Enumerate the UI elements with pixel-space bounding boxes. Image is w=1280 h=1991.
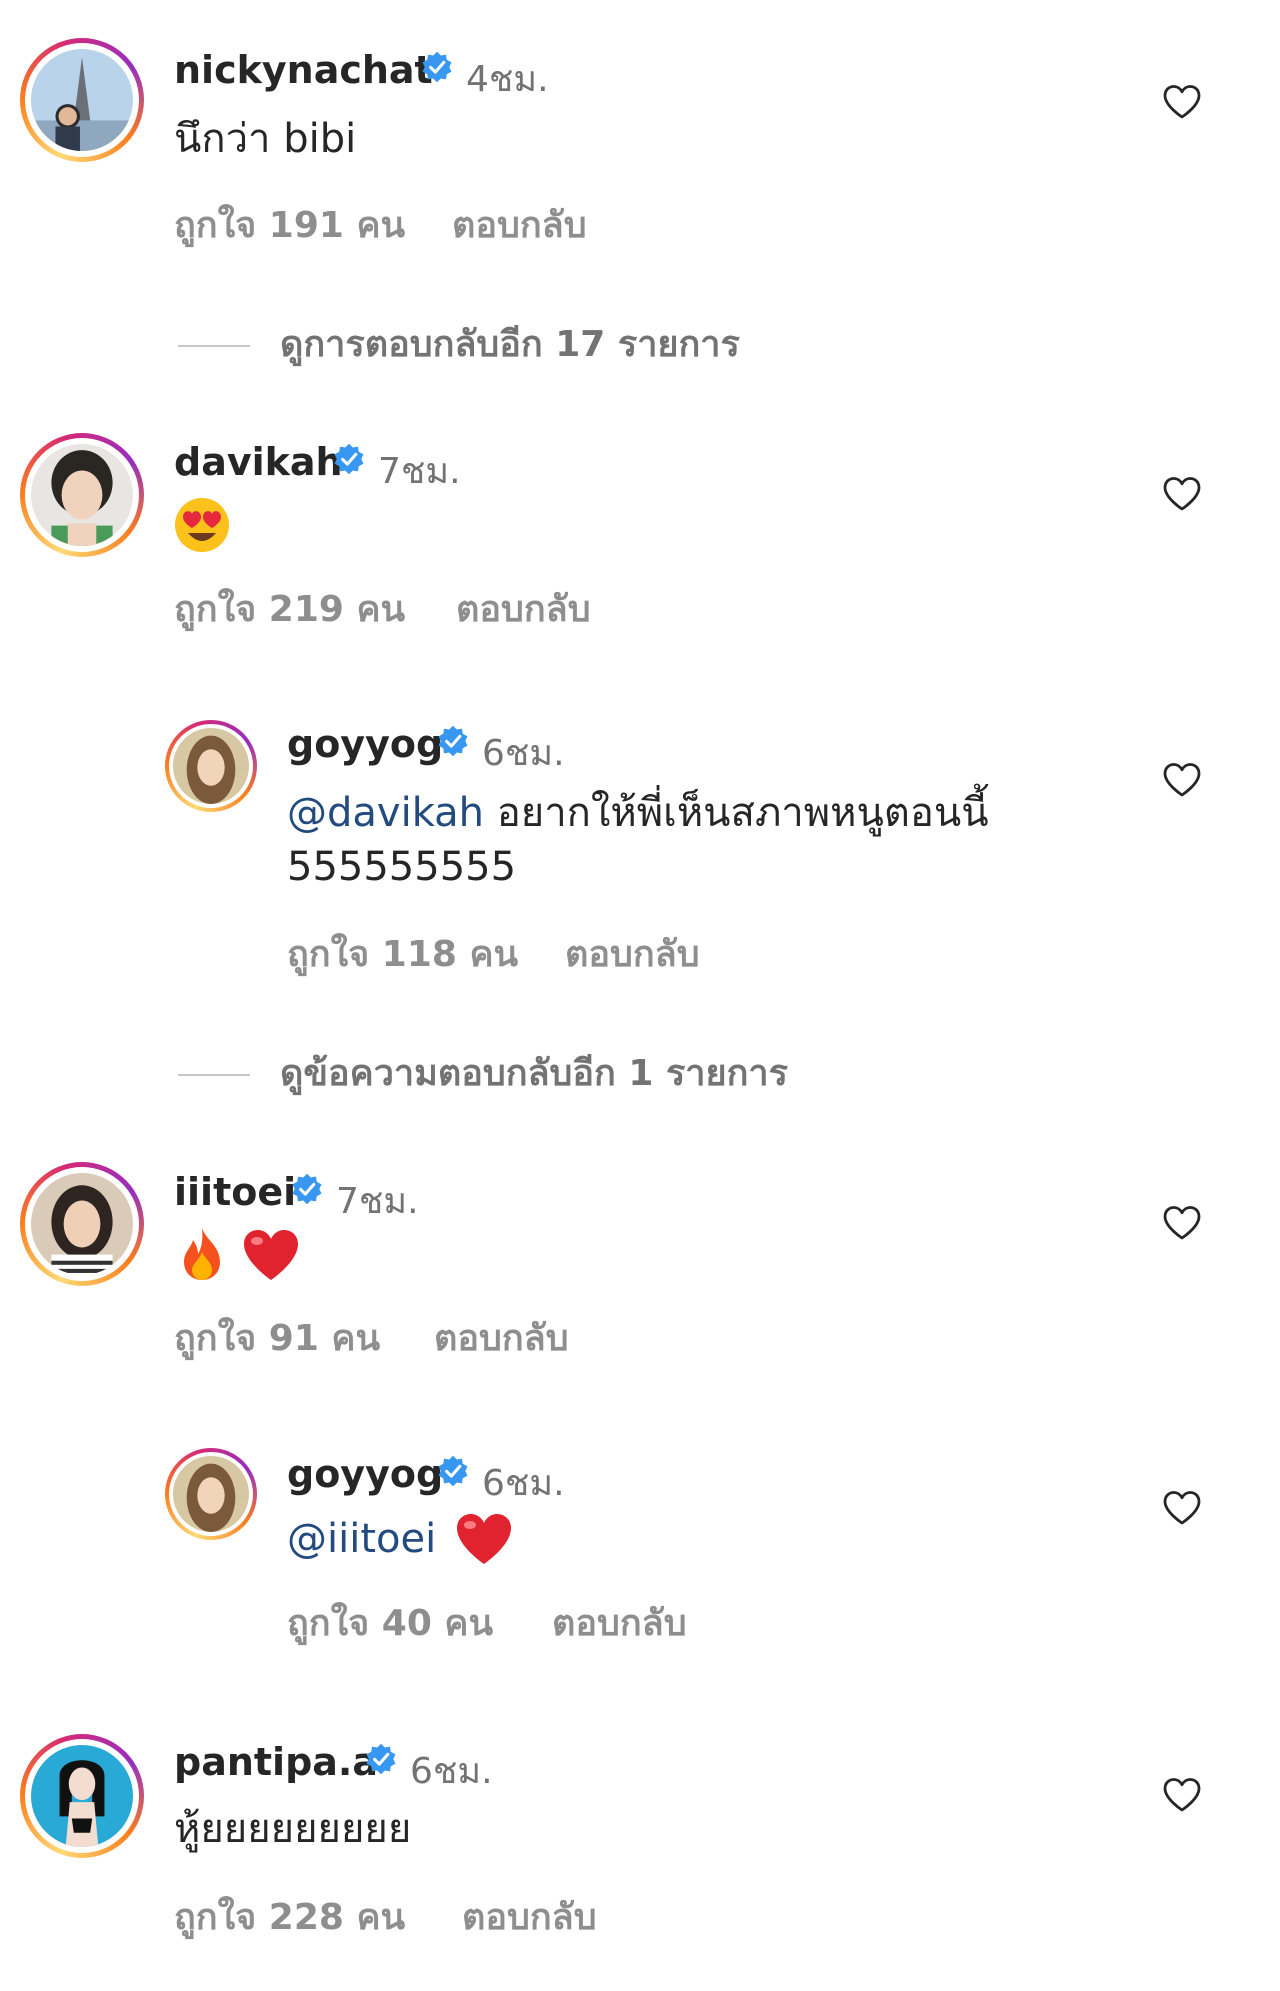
mention-link[interactable]: @davikah [287,790,484,836]
divider [178,1074,250,1076]
comment-text: หู้ยยยยยยยยย [174,1806,412,1852]
username[interactable]: pantipa.a [174,1740,378,1784]
avatar[interactable] [20,1162,144,1286]
heart-outline-icon[interactable] [1162,762,1202,798]
like-count[interactable]: ถูกใจ 219 คน [174,580,405,637]
verified-badge-icon [436,1454,470,1488]
view-replies-button[interactable]: ดูข้อความตอบกลับอีก 1 รายการ [178,1044,788,1101]
username[interactable]: iiitoei [174,1170,296,1214]
heart-outline-icon[interactable] [1162,84,1202,120]
heart-outline-icon[interactable] [1162,1490,1202,1526]
reply-button[interactable]: ตอบกลับ [552,1594,687,1651]
heart-outline-icon[interactable] [1162,1777,1202,1813]
avatar[interactable] [20,1734,144,1858]
username[interactable]: goyyog [287,722,443,766]
heart-eyes-emoji [174,497,230,553]
verified-badge-icon [364,1742,398,1776]
timestamp: 6ชม. [410,1751,493,1792]
reply-button[interactable]: ตอบกลับ [434,1309,569,1366]
view-replies-label: ดูข้อความตอบกลับอีก 1 รายการ [280,1053,788,1094]
username[interactable]: davikah [174,440,343,484]
red-heart-emoji [455,1512,513,1566]
like-count[interactable]: ถูกใจ 118 คน [287,925,518,982]
comment-text: @davikah อยากให้พี่เห็นสภาพหนูตอนนี้ 555… [287,786,1087,894]
comment-text: นึกว่า bibi [174,116,357,162]
reply-button[interactable]: ตอบกลับ [565,925,700,982]
username[interactable]: goyyog [287,1452,443,1496]
like-count[interactable]: ถูกใจ 191 คน [174,196,405,253]
timestamp: 7ชม. [378,451,461,492]
timestamp: 6ชม. [482,733,565,774]
verified-badge-icon [420,50,454,84]
like-count[interactable]: ถูกใจ 91 คน [174,1309,380,1366]
divider [178,345,250,347]
avatar[interactable] [165,720,257,812]
timestamp: 6ชม. [482,1463,565,1504]
verified-badge-icon [290,1172,324,1206]
username[interactable]: nickynachat [174,48,433,92]
view-replies-label: ดูการตอบกลับอีก 17 รายการ [280,324,740,365]
like-count[interactable]: ถูกใจ 228 คน [174,1888,405,1945]
verified-badge-icon [436,724,470,758]
heart-outline-icon[interactable] [1162,476,1202,512]
view-replies-button[interactable]: ดูการตอบกลับอีก 17 รายการ [178,315,740,372]
avatar[interactable] [20,433,144,557]
mention-link[interactable]: @iiitoei [287,1512,436,1566]
like-count[interactable]: ถูกใจ 40 คน [287,1594,493,1651]
red-heart-emoji [242,1228,300,1282]
reply-button[interactable]: ตอบกลับ [456,580,591,637]
avatar[interactable] [20,38,144,162]
heart-outline-icon[interactable] [1162,1205,1202,1241]
avatar[interactable] [165,1448,257,1540]
timestamp: 4ชม. [466,59,549,100]
fire-emoji [176,1226,228,1282]
reply-button[interactable]: ตอบกลับ [462,1888,597,1945]
verified-badge-icon [332,442,366,476]
timestamp: 7ชม. [336,1181,419,1222]
reply-button[interactable]: ตอบกลับ [452,196,587,253]
